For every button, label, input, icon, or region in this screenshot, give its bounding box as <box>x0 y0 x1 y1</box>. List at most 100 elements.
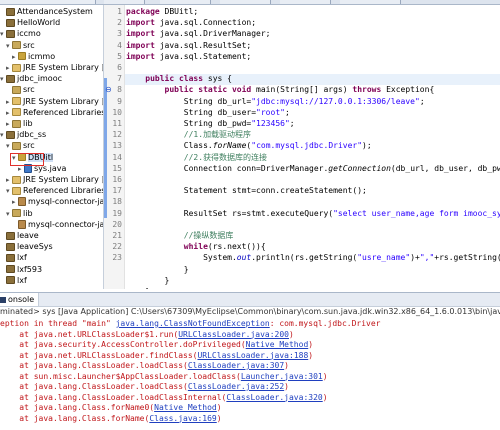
tree-item[interactable]: leave <box>0 230 39 241</box>
editor-tab[interactable] <box>104 0 145 4</box>
tree-item-label: lib <box>23 208 33 218</box>
code-line[interactable]: ResultSet rs=stmt.executeQuery("select u… <box>126 208 500 219</box>
stack-trace-link[interactable]: ClassLoader.java:307 <box>188 361 284 370</box>
tree-item-label: JRE System Library <box>23 175 99 184</box>
editor-tab[interactable] <box>220 0 271 4</box>
tree-item-label: Referenced Libraries <box>23 186 104 196</box>
line-number: 1 <box>117 7 122 16</box>
stack-trace-link[interactable]: Launcher.java:301 <box>241 372 323 381</box>
console-text: at sun.misc.Launcher$AppClassLoader.load… <box>0 371 241 381</box>
tree-item[interactable]: ▾ Referenced Libraries <box>6 185 104 196</box>
code-token: sys { <box>207 74 232 84</box>
jar-icon <box>18 219 26 229</box>
code-line[interactable]: } <box>126 275 170 286</box>
tree-item[interactable]: lxf <box>0 252 27 263</box>
tree-item-label: src <box>23 141 35 151</box>
console-header: minated> sys [Java Application] C:\Users… <box>0 307 500 316</box>
code-editor[interactable]: package DBUitl; import java.sql.Connectio… <box>104 5 500 289</box>
source-folder-icon <box>12 41 21 50</box>
tree-item[interactable]: src <box>6 84 35 95</box>
code-line[interactable]: String db_pwd="123456"; <box>126 118 295 129</box>
tree-item[interactable]: mysql-connector-java- <box>12 219 103 230</box>
tree-item[interactable]: AttendanceSystem <box>0 6 93 17</box>
code-line[interactable]: String db_user="root"; <box>126 107 290 118</box>
code-line[interactable]: Connection conn=DriverManager.getConnect… <box>126 163 500 174</box>
code-line[interactable]: import java.sql.Connection; <box>126 17 256 28</box>
code-line[interactable]: //2.获得数据库的连接 <box>126 152 267 163</box>
code-line[interactable]: } <box>126 286 150 289</box>
code-token: out <box>236 253 252 263</box>
code-line[interactable]: String db_url="jdbc:mysql://127.0.0.1:33… <box>126 96 425 107</box>
stack-trace-link[interactable]: Native Method <box>246 340 309 349</box>
code-line[interactable]: import java.sql.ResultSet; <box>126 40 251 51</box>
console-tab[interactable]: onsole <box>0 293 40 306</box>
stack-trace-link[interactable]: java.lang.ClassNotFoundException <box>116 319 270 328</box>
console-text: at java.net.URLClassLoader.findClass( <box>0 350 198 360</box>
code-line[interactable]: import java.sql.DriverManager; <box>126 28 271 39</box>
editor-tab[interactable] <box>280 0 331 4</box>
fold-marker-icon[interactable]: ⊖ <box>105 84 112 95</box>
tree-item[interactable]: ▸ Referenced Libraries <box>6 107 104 118</box>
code-line[interactable]: while(rs.next()){ <box>126 241 266 252</box>
tree-item[interactable]: lxf593 <box>0 264 42 275</box>
line-number: 13 <box>112 141 122 151</box>
line-number: 2 <box>117 18 122 28</box>
line-number: 10 <box>112 107 122 117</box>
tree-item[interactable]: ▸mysql-connector-java- <box>12 196 103 207</box>
tree-item[interactable]: ▸ icmmo <box>12 51 55 62</box>
source-folder-icon <box>12 141 21 150</box>
code-line[interactable]: package DBUitl; <box>126 6 198 17</box>
tree-item[interactable]: ▾ iccmo <box>0 28 41 39</box>
code-token: String db_url= <box>126 96 252 106</box>
code-line[interactable]: System.out.println(rs.getString("usre_na… <box>126 252 500 263</box>
tree-item[interactable]: ▾ src <box>6 40 35 51</box>
stack-trace-link[interactable]: ClassLoader.java:252 <box>188 382 284 391</box>
stack-trace-link[interactable]: Native Method <box>154 403 217 412</box>
editor-tab[interactable] <box>160 0 211 4</box>
code-token: java.sql.Connection; <box>159 18 257 28</box>
code-line[interactable]: //1.加载驱动程序 <box>126 129 251 140</box>
tree-item-label: src <box>23 40 35 50</box>
console-text: at java.net.URLClassLoader$1.run( <box>0 329 179 339</box>
code-token: public class <box>145 74 208 84</box>
stack-trace-link[interactable]: URLClassLoader.java:200 <box>178 330 289 339</box>
tree-item[interactable]: ▾ jdbc_imooc <box>0 73 62 84</box>
tree-item[interactable]: ▸ lib <box>6 118 33 129</box>
code-token: ; <box>284 107 290 117</box>
editor-tab[interactable] <box>340 0 401 4</box>
tree-item[interactable]: ▾ lib <box>6 208 33 219</box>
code-line[interactable]: import java.sql.Statement; <box>126 51 251 62</box>
tree-item[interactable]: ▾ src <box>6 140 35 151</box>
tree-item[interactable]: ▸JRE System Library [JavaS <box>6 62 103 73</box>
tree-item-label: AttendanceSystem <box>17 7 93 16</box>
tree-item-label: Referenced Libraries <box>23 107 104 117</box>
console-line: at java.lang.Class.forName(Class.java:16… <box>0 414 221 424</box>
code-token: public static void <box>164 85 257 95</box>
library-icon <box>12 175 21 184</box>
stack-trace-link[interactable]: URLClassLoader.java:188 <box>197 351 308 360</box>
stack-trace-link[interactable]: ClassLoader.java:320 <box>226 393 322 402</box>
console-output[interactable]: eption in thread "main" java.lang.ClassN… <box>0 318 500 430</box>
code-line[interactable]: } <box>126 264 189 275</box>
tree-item[interactable]: ▸JRE System Library [OSGi <box>6 174 103 185</box>
code-token: ResultSet rs=stmt.executeQuery( <box>126 208 334 218</box>
code-line[interactable]: //操纵数据库 <box>126 230 234 241</box>
tree-item[interactable]: HelloWorld <box>0 17 60 28</box>
tree-item-label: lxf <box>17 275 27 285</box>
tree-item[interactable]: leaveSys <box>0 241 53 252</box>
code-line[interactable]: public static void main(String[] args) t… <box>126 84 435 95</box>
explorer-tab[interactable] <box>0 0 96 4</box>
code-line[interactable]: public class sys { <box>126 73 232 84</box>
code-line[interactable]: Class.forName("com.mysql.jdbc.Driver"); <box>126 140 372 151</box>
console-tab-label: onsole <box>8 295 35 304</box>
stack-trace-link[interactable]: Class.java:169 <box>149 414 216 423</box>
code-token: //1.加载驱动程序 <box>183 130 252 140</box>
tree-item[interactable]: ▸JRE System Library [OSGi <box>6 96 103 107</box>
tree-item[interactable]: ▾ jdbc_ss <box>0 129 46 140</box>
code-token: import <box>126 18 160 28</box>
code-line[interactable]: Statement stmt=conn.createStatement(); <box>126 185 367 196</box>
tree-item[interactable]: lxf <box>0 275 27 286</box>
tree-item-label: iccmo <box>17 29 41 39</box>
